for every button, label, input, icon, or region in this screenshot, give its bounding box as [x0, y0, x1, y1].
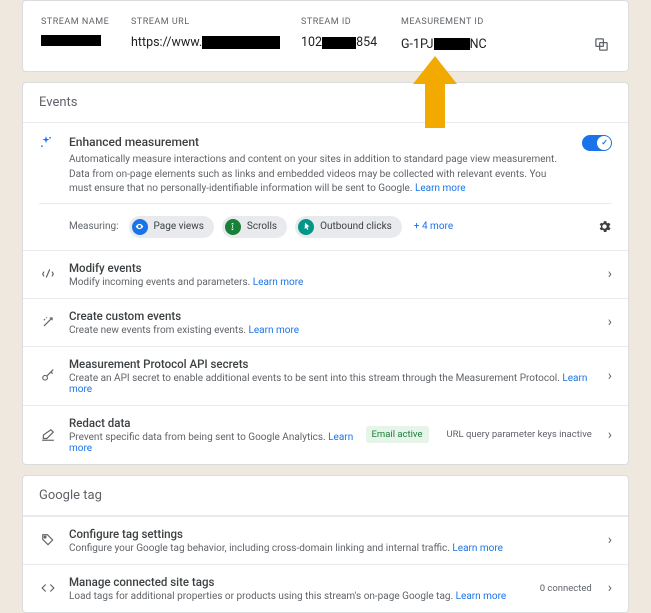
- modify-events-title: Modify events: [69, 261, 596, 275]
- gear-icon[interactable]: [597, 219, 612, 234]
- create-events-desc: Create new events from existing events. …: [69, 325, 596, 336]
- code-icon: [39, 581, 57, 595]
- measuring-label: Measuring:: [69, 221, 119, 232]
- stream-id-label: STREAM ID: [301, 17, 401, 27]
- stream-url-label: STREAM URL: [131, 17, 301, 27]
- redact-desc: Prevent specific data from being sent to…: [69, 432, 354, 454]
- create-events-title: Create custom events: [69, 309, 596, 323]
- wand-icon: [39, 315, 57, 329]
- measuring-more-link[interactable]: + 4 more: [414, 221, 453, 232]
- events-section-title: Events: [23, 83, 628, 123]
- measurement-id-value: G-1PJNC: [401, 37, 487, 52]
- pill-outbound-clicks[interactable]: Outbound clicks: [295, 216, 402, 238]
- chevron-right-icon: ›: [608, 532, 612, 548]
- stream-name-value: [41, 35, 131, 46]
- tag-icon: [39, 533, 57, 547]
- scroll-icon: [225, 219, 241, 235]
- stream-id-value: 102854: [301, 35, 401, 50]
- modify-events-row[interactable]: Modify events Modify incoming events and…: [23, 250, 628, 298]
- chevron-right-icon: ›: [608, 580, 612, 596]
- redact-badge-active: Email active: [366, 426, 429, 443]
- eye-icon: [132, 219, 148, 235]
- googletag-section-title: Google tag: [23, 476, 628, 516]
- create-learn-more[interactable]: Learn more: [248, 325, 299, 336]
- manage-tags-desc: Load tags for additional properties or p…: [69, 591, 528, 602]
- enhanced-measurement-desc: Automatically measure interactions and c…: [69, 153, 562, 197]
- chevron-right-icon: ›: [608, 368, 612, 384]
- configure-tag-desc: Configure your Google tag behavior, incl…: [69, 543, 596, 554]
- stream-details-card: STREAM NAME STREAM URL https://www. STRE…: [22, 0, 629, 72]
- enhanced-measurement-title: Enhanced measurement: [69, 135, 562, 149]
- measurement-id-label: MEASUREMENT ID: [401, 17, 610, 27]
- configure-tag-row[interactable]: Configure tag settings Configure your Go…: [23, 516, 628, 564]
- modify-learn-more[interactable]: Learn more: [253, 277, 304, 288]
- modify-icon: [39, 267, 57, 281]
- redact-badge-inactive: URL query parameter keys inactive: [447, 429, 592, 440]
- manage-tags-title: Manage connected site tags: [69, 575, 528, 589]
- configure-tag-learn-more[interactable]: Learn more: [452, 543, 503, 554]
- chevron-right-icon: ›: [608, 266, 612, 282]
- modify-events-desc: Modify incoming events and parameters. L…: [69, 277, 596, 288]
- connected-count: 0 connected: [540, 583, 592, 594]
- enhanced-learn-more[interactable]: Learn more: [415, 183, 466, 194]
- redact-row[interactable]: Redact data Prevent specific data from b…: [23, 405, 628, 464]
- sparkle-icon: [39, 135, 57, 197]
- manage-tags-row[interactable]: Manage connected site tags Load tags for…: [23, 564, 628, 612]
- enhanced-toggle[interactable]: ✓: [582, 135, 612, 151]
- googletag-card: Google tag Configure tag settings Config…: [22, 475, 629, 613]
- mpapi-desc: Create an API secret to enable additiona…: [69, 373, 596, 395]
- chevron-right-icon: ›: [608, 314, 612, 330]
- copy-icon[interactable]: [592, 35, 610, 53]
- key-icon: [39, 369, 57, 383]
- configure-tag-title: Configure tag settings: [69, 527, 596, 541]
- stream-name-label: STREAM NAME: [41, 17, 131, 27]
- events-card: Events Enhanced measurement Automaticall…: [22, 82, 629, 465]
- create-events-row[interactable]: Create custom events Create new events f…: [23, 298, 628, 346]
- chevron-right-icon: ›: [608, 427, 612, 443]
- stream-url-value: https://www.: [131, 35, 301, 50]
- pill-page-views[interactable]: Page views: [129, 216, 214, 238]
- eraser-icon: [39, 428, 57, 442]
- click-icon: [298, 219, 314, 235]
- manage-tags-learn-more[interactable]: Learn more: [456, 591, 507, 602]
- mpapi-row[interactable]: Measurement Protocol API secrets Create …: [23, 346, 628, 405]
- redact-title: Redact data: [69, 416, 354, 430]
- mpapi-title: Measurement Protocol API secrets: [69, 357, 596, 371]
- pill-scrolls[interactable]: Scrolls: [222, 216, 287, 238]
